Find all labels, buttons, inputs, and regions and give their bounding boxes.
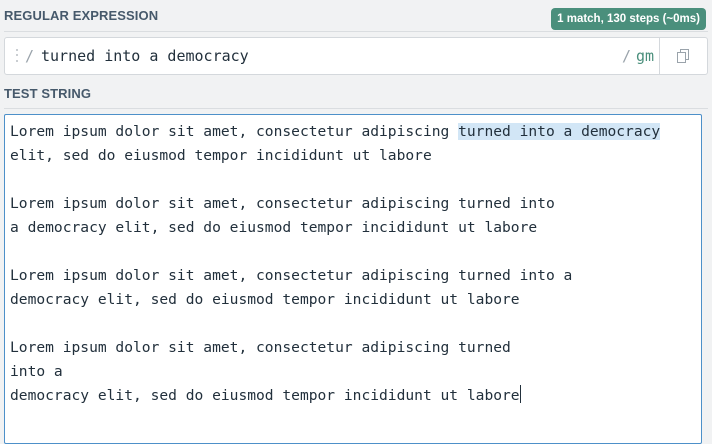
test-string-line: Lorem ipsum dolor sit amet, consectetur … — [10, 120, 696, 144]
test-string-line: a democracy elit, sed do eiusmod tempor … — [10, 216, 696, 240]
test-string-line: Lorem ipsum dolor sit amet, consectetur … — [10, 336, 696, 360]
test-string-line: elit, sed do eiusmod tempor incididunt u… — [10, 144, 696, 168]
section-divider — [4, 31, 708, 32]
line-text: democracy elit, sed do eiusmod tempor in… — [10, 291, 520, 308]
line-text: Lorem ipsum dolor sit amet, consectetur … — [10, 267, 573, 284]
test-string-line — [10, 240, 696, 264]
line-text: Lorem ipsum dolor sit amet, consectetur … — [10, 123, 459, 140]
test-string-line: Lorem ipsum dolor sit amet, consectetur … — [10, 192, 696, 216]
test-string-line: into a — [10, 360, 696, 384]
line-text: elit, sed do eiusmod tempor incididunt u… — [10, 147, 432, 164]
match-highlight: turned into a democracy — [458, 123, 661, 140]
delimiter-open: / — [25, 47, 35, 65]
copy-button[interactable] — [659, 38, 707, 74]
line-text: a democracy elit, sed do eiusmod tempor … — [10, 219, 538, 236]
regex-section-label: REGULAR EXPRESSION — [4, 8, 159, 23]
line-text: democracy elit, sed do eiusmod tempor in… — [10, 387, 520, 404]
test-string-line: Lorem ipsum dolor sit amet, consectetur … — [10, 264, 696, 288]
regex-flags-button[interactable]: gm — [636, 47, 654, 65]
test-string-line — [10, 168, 696, 192]
copy-icon — [677, 49, 689, 63]
line-text: Lorem ipsum dolor sit amet, consectetur … — [10, 195, 555, 212]
test-string-line — [10, 312, 696, 336]
test-string-editor[interactable]: Lorem ipsum dolor sit amet, consectetur … — [4, 114, 702, 444]
text-caret — [519, 385, 521, 403]
regex-input[interactable] — [41, 46, 601, 66]
test-string-line: democracy elit, sed do eiusmod tempor in… — [10, 384, 696, 408]
line-text: Lorem ipsum dolor sit amet, consectetur … — [10, 339, 511, 356]
test-string-label: TEST STRING — [4, 86, 92, 101]
regex-bar: / / gm — [4, 37, 708, 75]
section-divider — [4, 108, 708, 109]
line-text: into a — [10, 363, 63, 380]
test-string-line: democracy elit, sed do eiusmod tempor in… — [10, 288, 696, 312]
delimiter-close: / — [622, 47, 632, 65]
match-info-badge: 1 match, 130 steps (~0ms) — [551, 8, 706, 30]
drag-handle-icon[interactable] — [16, 49, 20, 63]
